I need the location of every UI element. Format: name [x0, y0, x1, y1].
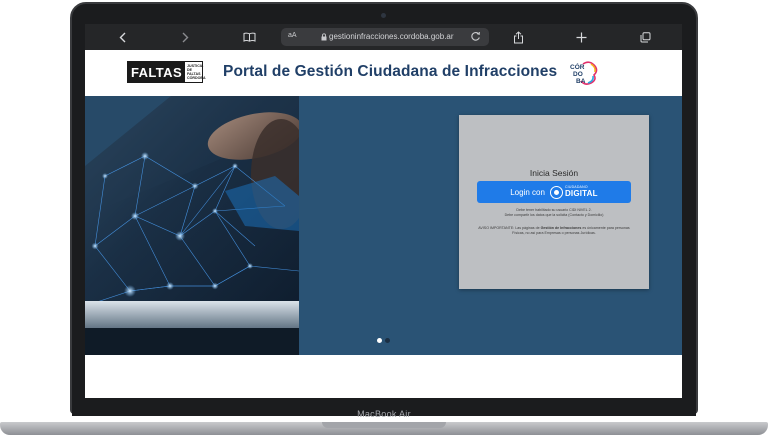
- cordoba-logo-line3: BA: [576, 78, 586, 85]
- faltas-logo[interactable]: FALTAS JUSTICIA DE FALTAS CÓRDOBA: [127, 61, 206, 83]
- login-button-label: Login con: [510, 187, 545, 197]
- cordoba-logo[interactable]: CÓR DO BA: [569, 61, 599, 85]
- site-header: FALTAS JUSTICIA DE FALTAS CÓRDOBA Portal…: [85, 50, 682, 96]
- login-requirements-note: Debe tener habilitado su usuario CIDI NI…: [504, 208, 604, 217]
- reload-icon[interactable]: [470, 31, 481, 42]
- back-button[interactable]: [117, 29, 127, 45]
- cordoba-logo-line2: DO: [573, 71, 583, 78]
- address-bar[interactable]: aA gestioninfracciones.cordoba.gob.ar: [281, 28, 489, 46]
- login-cidi-button[interactable]: Login con CIUDADANO DIGITAL: [477, 181, 631, 203]
- cordoba-logo-line1: CÓR: [570, 62, 585, 71]
- carousel-dot-1[interactable]: [377, 338, 382, 343]
- ciudadano-digital-logo: CIUDADANO DIGITAL: [549, 185, 598, 199]
- faltas-logo-word: FALTAS: [128, 62, 186, 82]
- login-card: Inicia Sesión Login con CIUDADANO DIGITA…: [459, 115, 649, 289]
- carousel-dot-2[interactable]: [385, 338, 390, 343]
- browser-screen: aA gestioninfracciones.cordoba.gob.ar FA…: [85, 24, 682, 398]
- plus-icon: [576, 32, 586, 42]
- tabs-icon: [640, 31, 650, 42]
- new-tab-button[interactable]: [575, 29, 587, 45]
- hero-carousel: Inicia Sesión Login con CIUDADANO DIGITA…: [85, 96, 682, 355]
- back-icon: [119, 32, 125, 42]
- important-notice: AVISO IMPORTANTE: Las páginas de Gestión…: [478, 226, 630, 235]
- ciudadano-digital-icon: [549, 185, 563, 199]
- browser-toolbar: aA gestioninfracciones.cordoba.gob.ar: [85, 24, 682, 50]
- faltas-logo-subtitle: JUSTICIA DE FALTAS CÓRDOBA: [187, 64, 206, 80]
- carousel-indicators: [377, 338, 390, 343]
- bookmarks-button[interactable]: [242, 29, 256, 45]
- share-icon: [513, 30, 523, 43]
- page-title: Portal de Gestión Ciudadana de Infraccio…: [223, 63, 558, 80]
- laptop-notch: [322, 422, 446, 428]
- book-icon: [243, 32, 255, 42]
- forward-icon: [182, 32, 188, 42]
- lock-icon: [321, 33, 327, 41]
- share-button[interactable]: [512, 29, 524, 45]
- page-content-area: [85, 355, 682, 398]
- hero-image: [85, 96, 299, 355]
- device-label: MacBook Air: [357, 409, 411, 419]
- reader-button[interactable]: aA: [288, 32, 297, 39]
- login-title: Inicia Sesión: [529, 168, 579, 178]
- forward-button[interactable]: [180, 29, 190, 45]
- tabs-overview-button[interactable]: [639, 29, 651, 45]
- badge-big-text: DIGITAL: [564, 188, 598, 198]
- camera-icon: [381, 13, 386, 18]
- url-text: gestioninfracciones.cordoba.gob.ar: [329, 32, 454, 41]
